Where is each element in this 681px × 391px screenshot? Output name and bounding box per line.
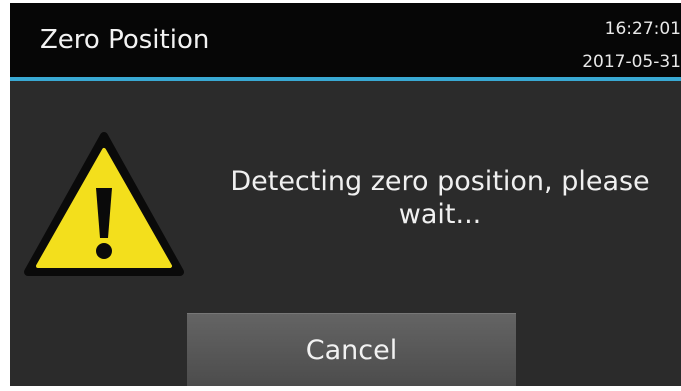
clock: 16:27:01 2017-05-31 xyxy=(551,13,681,79)
cancel-button[interactable]: Cancel xyxy=(187,313,516,386)
page-title: Zero Position xyxy=(40,25,210,55)
header-accent-line xyxy=(10,77,681,81)
title-bar: Zero Position 16:27:01 2017-05-31 xyxy=(10,3,681,77)
clock-time: 16:27:01 xyxy=(604,19,681,39)
clock-date: 2017-05-31 xyxy=(582,52,681,72)
warning-icon xyxy=(24,132,184,276)
status-message: Detecting zero position, please wait... xyxy=(230,166,650,230)
device-screen: Zero Position 16:27:01 2017-05-31 Detect… xyxy=(10,3,681,386)
